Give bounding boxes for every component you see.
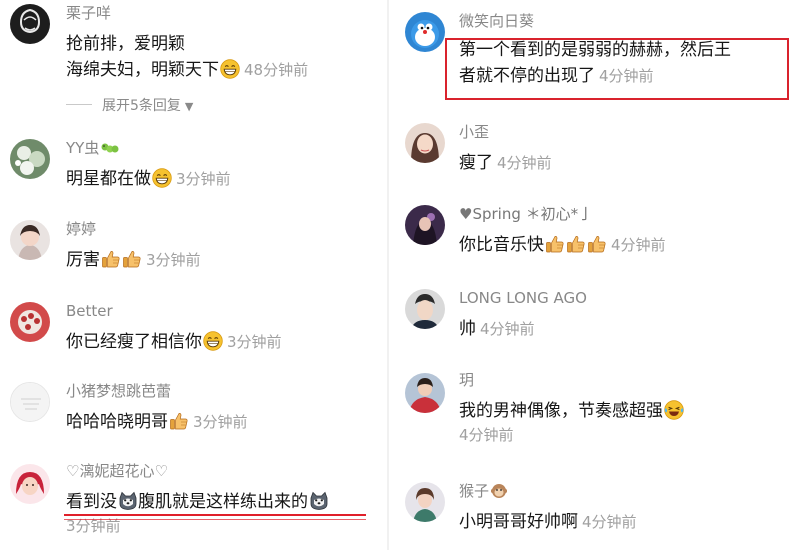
avatar[interactable] [405,123,445,163]
avatar[interactable] [10,139,50,179]
comment-text: 明星都在做 [66,169,151,189]
comment-time: 4分钟前 [611,236,666,254]
thumbs-up-emoji [169,411,189,431]
comment-item: 婷婷 厉害 3分钟前 [0,220,380,280]
comment-text: 帅 [459,319,476,339]
comment-item: 微笑向日葵 第一个看到的是弱弱的赫赫，然后王 者就不停的出现了 4分钟前 [395,12,791,102]
comment-item: 小歪 瘦了 4分钟前 [395,123,791,183]
comment-text: 第一个看到的是弱弱的赫赫，然后王 [459,40,731,60]
comment-author[interactable]: 栗子咩 [66,4,372,22]
comment-author[interactable]: YY虫 [66,139,372,157]
comment-time: 4分钟前 [459,426,514,444]
comment-author-name: 猴子 [459,482,490,500]
comment-text-line: 明星都在做 3分钟前 [66,166,372,192]
red-underline-annotation [64,514,366,516]
comment-author[interactable]: 玥 [459,371,783,389]
comment-author[interactable]: LONG LONG AGO [459,289,783,307]
comment-text: 你比音乐快 [459,235,544,255]
comment-text-line: 小明哥哥好帅啊 4分钟前 [459,509,783,535]
comment-item: LONG LONG AGO 帅 4分钟前 [395,289,791,349]
comment-text-line: 我的男神偶像，节奏感超强 [459,398,783,424]
avatar[interactable] [10,220,50,260]
comment-text: 你已经瘦了相信你 [66,332,202,352]
comment-text-part: 者就不停的出现了 [459,66,595,86]
comment-author[interactable]: Better [66,302,372,320]
comment-time: 48分钟前 [244,61,309,79]
comment-time: 4分钟前 [497,154,552,172]
comment-item: 玥 我的男神偶像，节奏感超强 4分钟前 [395,371,791,455]
comment-item: ♥Spring ＊初心*亅 你比音乐快 4分钟前 [395,205,791,265]
husky-emoji [118,491,138,511]
thumbs-up-emoji [566,234,586,254]
comment-text-line: 你比音乐快 4分钟前 [459,232,783,258]
avatar[interactable] [405,12,445,52]
comment-text-line: 哈哈哈晓明哥 3分钟前 [66,409,372,435]
monkey-face-icon [490,483,508,499]
comment-text-line: 你已经瘦了相信你 3分钟前 [66,329,372,355]
comment-item: Better 你已经瘦了相信你 3分钟前 [0,302,380,362]
comment-item: 小猪梦想跳芭蕾 哈哈哈晓明哥 3分钟前 [0,382,380,442]
right-comment-column: 微笑向日葵 第一个看到的是弱弱的赫赫，然后王 者就不停的出现了 4分钟前 小歪 瘦… [395,0,791,550]
left-comment-column: 栗子咩 抢前排，爱明颖 海绵夫妇，明颖天下 48分钟前 展开5条回复 ▼ YY虫 明… [0,0,380,550]
comment-text-part: 看到没 [66,492,117,512]
laugh-tears-emoji [664,400,684,420]
comment-author[interactable]: 小猪梦想跳芭蕾 [66,382,372,400]
comment-item: 猴子 小明哥哥好帅啊 4分钟前 [395,482,791,542]
red-underline-annotation [64,519,366,520]
comment-time: 3分钟前 [193,413,248,431]
grin-emoji [152,168,172,188]
comment-item: YY虫 明星都在做 3分钟前 [0,139,380,199]
comment-author-name: YY虫 [66,139,100,157]
husky-emoji [309,491,329,511]
comment-author[interactable]: ♡漓妮超花心♡ [66,462,372,480]
comment-item: ♡漓妮超花心♡ 看到没 腹肌就是这样练出来的 3分钟前 [0,462,380,546]
comment-author[interactable]: ♥Spring ＊初心*亅 [459,205,783,223]
column-divider [387,0,389,550]
avatar[interactable] [405,289,445,329]
comment-time: 3分钟前 [146,251,201,269]
chevron-down-icon: ▼ [184,100,194,113]
comment-text: 我的男神偶像，节奏感超强 [459,401,663,421]
expand-replies-label: 展开5条回复 [102,98,181,114]
thumbs-up-emoji [101,249,121,269]
comment-author[interactable]: 婷婷 [66,220,372,238]
avatar[interactable] [405,482,445,522]
comment-text-line-2: 者就不停的出现了 4分钟前 [459,63,783,89]
comment-text-line: 帅 4分钟前 [459,316,783,342]
comment-text: 哈哈哈晓明哥 [66,412,168,432]
caterpillar-icon [101,140,121,154]
comment-text: 小明哥哥好帅啊 [459,512,578,532]
comment-item: 栗子咩 抢前排，爱明颖 海绵夫妇，明颖天下 48分钟前 [0,4,380,94]
thumbs-up-emoji [545,234,565,254]
comment-author[interactable]: 微笑向日葵 [459,12,783,30]
expand-replies-button[interactable]: 展开5条回复 ▼ [66,95,193,115]
expand-divider-line [66,104,92,105]
comment-text-line-2: 海绵夫妇，明颖天下 48分钟前 [66,57,372,83]
avatar[interactable] [405,373,445,413]
comment-text: 瘦了 [459,153,493,173]
comment-text: 厉害 [66,250,100,270]
comment-text-part: 腹肌就是这样练出来的 [138,492,308,512]
comment-text: 抢前排，爱明颖 [66,34,185,54]
thumbs-up-emoji [122,249,142,269]
comment-text-part: 海绵夫妇，明颖天下 [66,60,219,80]
avatar[interactable] [10,382,50,422]
avatar[interactable] [10,4,50,44]
avatar[interactable] [10,302,50,342]
comment-time: 4分钟前 [599,67,654,85]
avatar[interactable] [10,464,50,504]
comment-time: 3分钟前 [176,170,231,188]
comment-author[interactable]: 猴子 [459,482,783,500]
grin-emoji [220,59,240,79]
comment-text-line: 看到没 腹肌就是这样练出来的 [66,489,372,515]
comment-time: 3分钟前 [227,333,282,351]
thumbs-up-emoji [587,234,607,254]
avatar[interactable] [405,205,445,245]
comment-time: 4分钟前 [582,513,637,531]
grin-emoji [203,331,223,351]
comment-author[interactable]: 小歪 [459,123,783,141]
comment-text-line: 瘦了 4分钟前 [459,150,783,176]
comment-time: 4分钟前 [480,320,535,338]
comment-text-line: 厉害 3分钟前 [66,247,372,273]
